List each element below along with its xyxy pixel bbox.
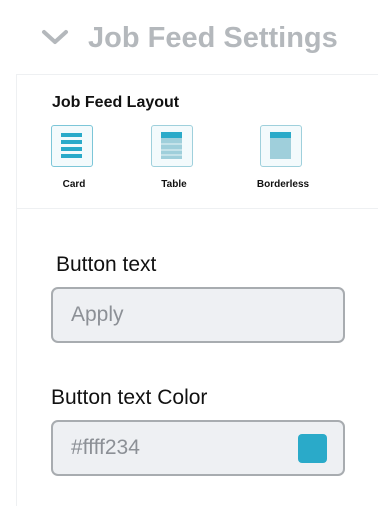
job-feed-settings-panel: Job Feed Settings Job Feed Layout Card T… xyxy=(0,0,378,506)
button-text-color-field[interactable] xyxy=(51,420,345,476)
layout-option-borderless[interactable]: Borderless xyxy=(238,125,328,195)
color-swatch[interactable] xyxy=(298,434,327,463)
borderless-layout-icon[interactable] xyxy=(260,125,302,167)
button-text-label: Button text xyxy=(56,253,157,276)
card-layout-icon[interactable] xyxy=(51,125,93,167)
job-feed-layout-title: Job Feed Layout xyxy=(52,94,180,111)
table-layout-icon[interactable] xyxy=(151,125,193,167)
layout-option-label: Card xyxy=(62,179,86,190)
settings-header[interactable]: Job Feed Settings xyxy=(16,0,378,75)
layout-option-card[interactable]: Card xyxy=(39,125,109,195)
layout-option-label: Table xyxy=(161,179,187,190)
chevron-down-icon[interactable] xyxy=(40,27,70,47)
button-text-input[interactable] xyxy=(71,289,281,341)
settings-title: Job Feed Settings xyxy=(88,22,338,54)
layout-option-table[interactable]: Table xyxy=(144,125,204,195)
layout-option-label: Borderless xyxy=(256,179,310,190)
button-text-color-label: Button text Color xyxy=(51,386,208,409)
button-text-field[interactable] xyxy=(51,287,345,343)
job-feed-layout-section: Job Feed Layout Card Table Borderless xyxy=(16,74,378,209)
button-text-color-input[interactable] xyxy=(71,422,281,474)
